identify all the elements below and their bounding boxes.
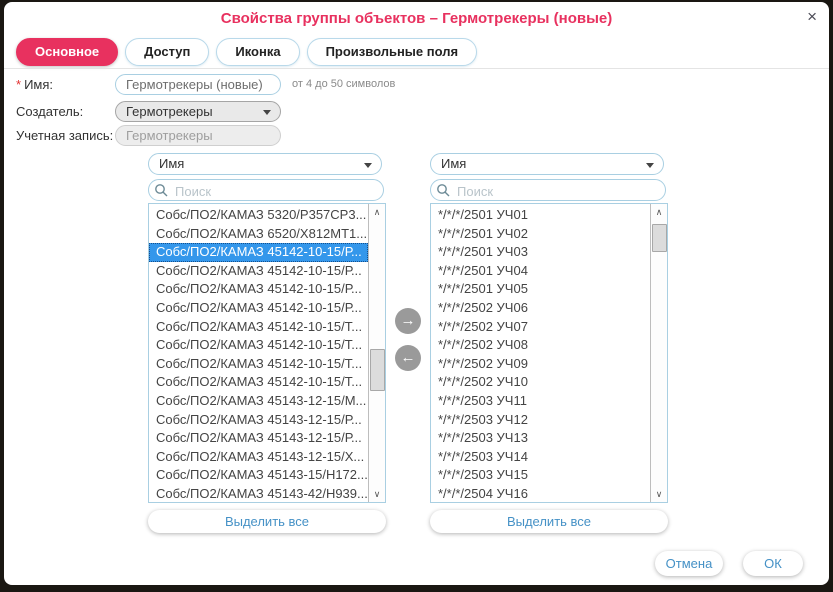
- creator-select-value: Гермотрекеры: [126, 104, 213, 119]
- left-list: Собс/ПО2/КАМАЗ 5320/Р357СР3...Собс/ПО2/К…: [148, 203, 386, 503]
- list-item[interactable]: */*/*/2502 УЧ09: [431, 355, 650, 374]
- left-scrollbar-thumb[interactable]: [370, 349, 385, 391]
- ok-button[interactable]: ОК: [743, 551, 803, 576]
- tab-custom-fields[interactable]: Произвольные поля: [307, 38, 477, 66]
- list-item[interactable]: */*/*/2502 УЧ10: [431, 373, 650, 392]
- name-length-hint: от 4 до 50 символов: [292, 74, 395, 95]
- right-select-all-button[interactable]: Выделить все: [430, 510, 668, 533]
- right-list-rows: */*/*/2501 УЧ01*/*/*/2501 УЧ02*/*/*/2501…: [431, 206, 650, 503]
- account-label: Учетная запись:: [16, 125, 113, 146]
- tab-bar: Основное Доступ Иконка Произвольные поля: [16, 38, 477, 66]
- list-item[interactable]: Собс/ПО2/КАМАЗ 45142-10-15/Р...: [149, 243, 368, 262]
- right-scrollbar[interactable]: ∧ ∨: [650, 204, 667, 502]
- left-filter-select[interactable]: Имя: [148, 153, 382, 175]
- arrow-right-icon: →: [401, 312, 416, 329]
- list-item[interactable]: */*/*/2504 УЧ16: [431, 485, 650, 503]
- close-icon[interactable]: ×: [807, 8, 817, 26]
- list-item[interactable]: */*/*/2501 УЧ05: [431, 280, 650, 299]
- list-item[interactable]: Собс/ПО2/КАМАЗ 45142-10-15/Р...: [149, 262, 368, 281]
- group-properties-dialog: Свойства группы объектов – Гермотрекеры …: [4, 2, 829, 585]
- list-item[interactable]: */*/*/2502 УЧ06: [431, 299, 650, 318]
- list-item[interactable]: Собс/ПО2/КАМАЗ 45142-10-15/Т...: [149, 318, 368, 337]
- right-filter-select[interactable]: Имя: [430, 153, 664, 175]
- name-label: *Имя:: [16, 74, 53, 95]
- chevron-down-icon: [646, 163, 654, 168]
- left-scrollbar[interactable]: ∧ ∨: [368, 204, 385, 502]
- right-list: */*/*/2501 УЧ01*/*/*/2501 УЧ02*/*/*/2501…: [430, 203, 668, 503]
- cancel-button[interactable]: Отмена: [655, 551, 723, 576]
- list-item[interactable]: */*/*/2502 УЧ08: [431, 336, 650, 355]
- tab-access[interactable]: Доступ: [125, 38, 209, 66]
- chevron-down-icon: [263, 110, 271, 115]
- search-icon: [154, 183, 169, 198]
- list-item[interactable]: */*/*/2503 УЧ11: [431, 392, 650, 411]
- list-item[interactable]: */*/*/2503 УЧ15: [431, 466, 650, 485]
- list-item[interactable]: Собс/ПО2/КАМАЗ 45142-10-15/Т...: [149, 336, 368, 355]
- left-search-box: [148, 179, 384, 201]
- list-item[interactable]: */*/*/2501 УЧ01: [431, 206, 650, 225]
- list-item[interactable]: Собс/ПО2/КАМАЗ 45143-12-15/М...: [149, 392, 368, 411]
- list-item[interactable]: Собс/ПО2/КАМАЗ 45143-42/Н939...: [149, 485, 368, 503]
- list-item[interactable]: Собс/ПО2/КАМАЗ 6520/Х812МТ1...: [149, 225, 368, 244]
- creator-select[interactable]: Гермотрекеры: [115, 101, 281, 122]
- left-filter-value: Имя: [159, 156, 184, 171]
- move-right-button[interactable]: →: [395, 308, 421, 334]
- tab-general[interactable]: Основное: [16, 38, 118, 66]
- list-item[interactable]: Собс/ПО2/КАМАЗ 45142-10-15/Р...: [149, 280, 368, 299]
- chevron-down-icon: [364, 163, 372, 168]
- right-search-box: [430, 179, 666, 201]
- list-item[interactable]: Собс/ПО2/КАМАЗ 45143-12-15/Р...: [149, 429, 368, 448]
- tab-divider: [4, 68, 829, 69]
- list-item[interactable]: Собс/ПО2/КАМАЗ 45143-12-15/Х...: [149, 448, 368, 467]
- dialog-title: Свойства группы объектов – Гермотрекеры …: [4, 10, 829, 27]
- name-input[interactable]: [115, 74, 281, 95]
- list-item[interactable]: */*/*/2503 УЧ14: [431, 448, 650, 467]
- list-item[interactable]: Собс/ПО2/КАМАЗ 45142-10-15/Т...: [149, 373, 368, 392]
- right-scrollbar-thumb[interactable]: [652, 224, 667, 252]
- list-item[interactable]: Собс/ПО2/КАМАЗ 45143-15/Н172...: [149, 466, 368, 485]
- list-item[interactable]: */*/*/2501 УЧ04: [431, 262, 650, 281]
- list-item[interactable]: */*/*/2502 УЧ07: [431, 318, 650, 337]
- left-select-all-button[interactable]: Выделить все: [148, 510, 386, 533]
- arrow-left-icon: ←: [401, 349, 416, 366]
- list-item[interactable]: */*/*/2503 УЧ13: [431, 429, 650, 448]
- right-filter-value: Имя: [441, 156, 466, 171]
- scroll-up-icon[interactable]: ∧: [369, 204, 385, 220]
- required-asterisk: *: [16, 77, 21, 92]
- list-item[interactable]: Собс/ПО2/КАМАЗ 45142-10-15/Р...: [149, 299, 368, 318]
- list-item[interactable]: Собс/ПО2/КАМАЗ 45142-10-15/Т...: [149, 355, 368, 374]
- list-item[interactable]: */*/*/2503 УЧ12: [431, 411, 650, 430]
- search-icon: [436, 183, 451, 198]
- creator-label: Создатель:: [16, 101, 83, 122]
- tab-icon[interactable]: Иконка: [216, 38, 299, 66]
- left-search-input[interactable]: [173, 181, 377, 201]
- list-item[interactable]: Собс/ПО2/КАМАЗ 45143-12-15/Р...: [149, 411, 368, 430]
- move-left-button[interactable]: ←: [395, 345, 421, 371]
- left-list-rows: Собс/ПО2/КАМАЗ 5320/Р357СР3...Собс/ПО2/К…: [149, 206, 368, 503]
- right-search-input[interactable]: [455, 181, 659, 201]
- scroll-down-icon[interactable]: ∨: [651, 486, 667, 502]
- scroll-up-icon[interactable]: ∧: [651, 204, 667, 220]
- account-input: [115, 125, 281, 146]
- list-item[interactable]: */*/*/2501 УЧ02: [431, 225, 650, 244]
- list-item[interactable]: Собс/ПО2/КАМАЗ 5320/Р357СР3...: [149, 206, 368, 225]
- scroll-down-icon[interactable]: ∨: [369, 486, 385, 502]
- list-item[interactable]: */*/*/2501 УЧ03: [431, 243, 650, 262]
